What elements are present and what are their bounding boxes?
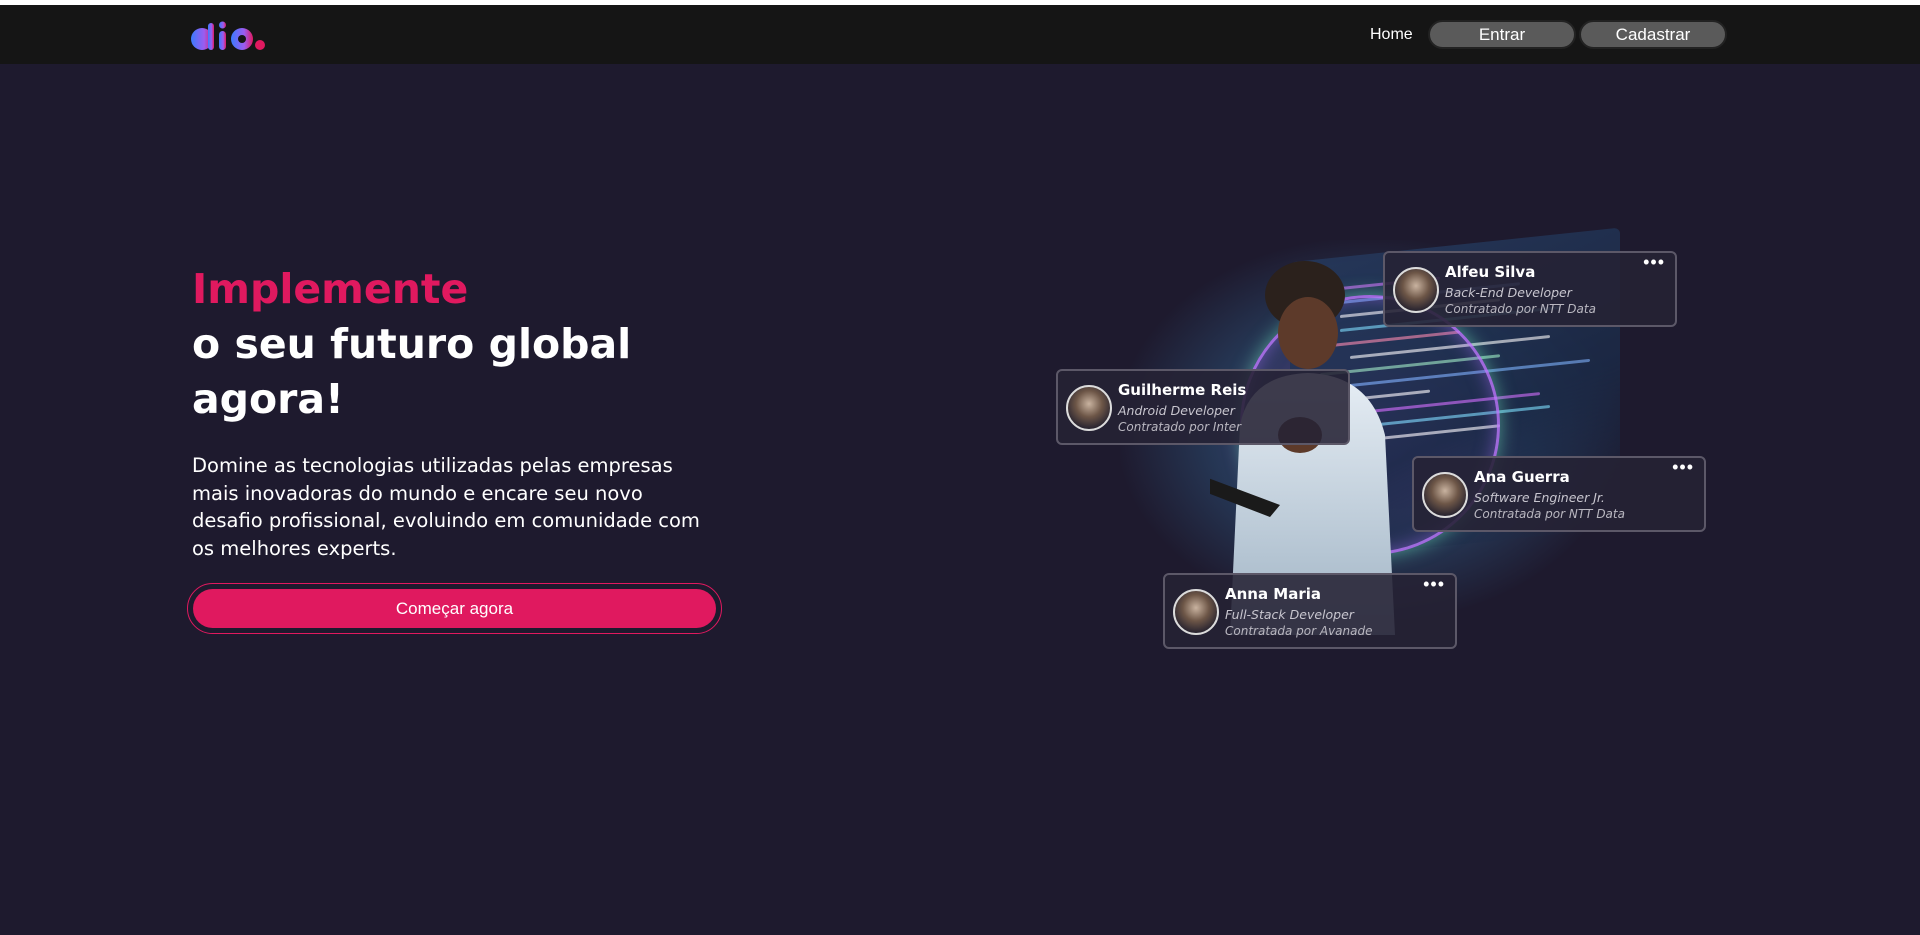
profile-card[interactable]: Ana Guerra Software Engineer Jr. Contrat… <box>1412 456 1706 532</box>
hero-title-accent: Implemente <box>192 265 469 313</box>
start-now-button[interactable]: Começar agora <box>193 589 716 628</box>
card-name: Anna Maria <box>1225 585 1322 603</box>
more-dots-icon[interactable]: ••• <box>1672 458 1694 476</box>
card-company: Contratada por Avanade <box>1225 624 1373 638</box>
hero-title-line-2: o seu futuro global <box>192 320 632 368</box>
card-role: Full-Stack Developer <box>1225 607 1354 622</box>
more-dots-icon[interactable]: ••• <box>1643 253 1665 271</box>
avatar <box>1393 267 1439 313</box>
navbar: Home Entrar Cadastrar <box>0 5 1920 64</box>
login-button[interactable]: Entrar <box>1428 20 1576 49</box>
avatar <box>1422 472 1468 518</box>
card-role: Android Developer <box>1118 403 1235 418</box>
hero-title-line-3: agora! <box>192 375 344 423</box>
card-name: Guilherme Reis <box>1118 381 1247 399</box>
card-company: Contratado por NTT Data <box>1445 302 1596 316</box>
profile-card[interactable]: Anna Maria Full-Stack Developer Contrata… <box>1163 573 1457 649</box>
card-company: Contratado por Inter <box>1118 420 1242 434</box>
card-name: Ana Guerra <box>1474 468 1570 486</box>
signup-button[interactable]: Cadastrar <box>1579 20 1727 49</box>
avatar <box>1066 385 1112 431</box>
profile-card[interactable]: Guilherme Reis Android Developer Contrat… <box>1056 369 1350 445</box>
avatar <box>1173 589 1219 635</box>
card-role: Software Engineer Jr. <box>1474 490 1605 505</box>
more-dots-icon[interactable]: ••• <box>1423 575 1445 593</box>
nav-home-link[interactable]: Home <box>1370 26 1413 44</box>
cta-outline: Começar agora <box>187 583 722 634</box>
dio-logo[interactable] <box>190 19 270 53</box>
card-name: Alfeu Silva <box>1445 263 1536 281</box>
hero-description: Domine as tecnologias utilizadas pelas e… <box>192 454 700 560</box>
card-company: Contratada por NTT Data <box>1474 507 1625 521</box>
card-role: Back-End Developer <box>1445 285 1572 300</box>
profile-card[interactable]: Alfeu Silva Back-End Developer Contratad… <box>1383 251 1677 327</box>
hero-title: Implemente o seu futuro global agora! <box>192 262 631 427</box>
